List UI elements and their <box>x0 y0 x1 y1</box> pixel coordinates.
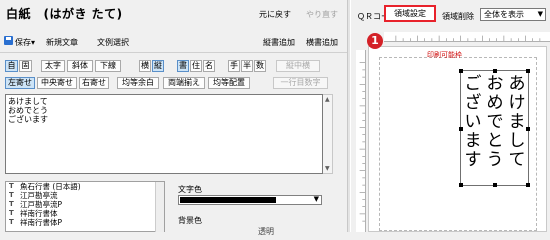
resize-handle[interactable] <box>459 69 463 73</box>
toolbar-divider <box>0 52 347 53</box>
scroll-up-icon[interactable]: ▲ <box>325 96 330 103</box>
save-icon <box>4 36 13 45</box>
justify-button[interactable]: 両端揃え <box>163 77 205 89</box>
preview-panel: ＱＲコード 領域設定 領域削除 全体を表示 ▼ 1 印刷可能枠 あけまして おめ… <box>351 0 550 232</box>
font-list-item[interactable]: 祥南行書体P <box>6 218 164 227</box>
font-list-item[interactable]: 江戸勘亭流P <box>6 200 164 209</box>
resize-handle[interactable] <box>493 183 497 187</box>
region-set-button[interactable]: 領域設定 <box>384 5 436 22</box>
color-swatch <box>180 197 276 203</box>
page-title: 白紙 (はがき たて) <box>6 7 123 21</box>
horizontal-ruler <box>384 32 550 42</box>
print-area-label: 印刷可能枠 <box>427 51 462 59</box>
text-line: ございます <box>8 115 48 124</box>
number-button[interactable]: 数 <box>254 60 266 72</box>
display-select[interactable]: 全体を表示 ▼ <box>480 8 546 21</box>
new-text-button[interactable]: 新規文章 <box>46 37 78 48</box>
editor-panel: 白紙 (はがき たて) 元に戻す やり直す 保存▾ 新規文章 文例選択 縦書追加… <box>0 0 347 236</box>
handwrite-button[interactable]: 手 <box>228 60 240 72</box>
address-type-button[interactable]: 住 <box>190 60 202 72</box>
horizontal-button[interactable]: 横 <box>139 60 151 72</box>
vertical-ruler <box>356 50 366 232</box>
vertical-button[interactable]: 縦 <box>152 60 164 72</box>
resize-handle[interactable] <box>493 69 497 73</box>
resize-handle[interactable] <box>526 183 530 187</box>
italic-button[interactable]: 斜体 <box>67 60 93 72</box>
font-list[interactable]: 魚石行書 (日本語) 江戸勘亭流 江戸勘亭流P 祥南行書体 祥南行書体P <box>5 181 165 232</box>
text-color-select[interactable]: ▼ <box>178 195 322 205</box>
first-line-number-button[interactable]: 一行目数字 <box>273 77 328 89</box>
scroll-down-icon[interactable]: ▼ <box>325 165 330 172</box>
distribute-button[interactable]: 均等配置 <box>208 77 250 89</box>
font-list-item[interactable]: 祥南行書体 <box>6 209 164 218</box>
preview-column: ございます <box>464 74 482 170</box>
text-type-button[interactable]: 書 <box>177 60 189 72</box>
halfwidth-button[interactable]: 半 <box>241 60 253 72</box>
transparent-label: 透明 <box>258 227 274 236</box>
resize-handle[interactable] <box>459 183 463 187</box>
preview-column: おめでとう <box>486 74 504 170</box>
text-color-label: 文字色 <box>178 185 202 194</box>
chevron-down-icon: ▼ <box>313 195 319 203</box>
text-line: おめでとう <box>8 106 48 115</box>
preview-column: あけまして <box>508 74 526 170</box>
chevron-down-icon: ▼ <box>537 10 543 18</box>
tate-chu-yoko-button[interactable]: 縦中横 <box>276 60 320 72</box>
redo-button[interactable]: やり直す <box>306 9 338 20</box>
vertical-text-frame[interactable]: あけまして おめでとう ございます <box>459 69 530 187</box>
bold-button[interactable]: 太字 <box>41 60 65 72</box>
fixed-button[interactable]: 固 <box>19 60 32 72</box>
align-left-button[interactable]: 左寄せ <box>5 77 35 89</box>
align-right-button[interactable]: 右寄せ <box>79 77 109 89</box>
message-textarea[interactable]: あけまして おめでとう ございます <box>5 94 323 174</box>
font-list-item[interactable]: 江戸勘亭流 <box>6 191 164 200</box>
region-delete-button[interactable]: 領域削除 <box>442 11 474 22</box>
textarea-scrollbar[interactable]: ▲ ▼ <box>323 94 333 174</box>
background-color-label: 背景色 <box>178 216 202 225</box>
save-button[interactable]: 保存▾ <box>15 37 35 48</box>
equal-margin-button[interactable]: 均等余白 <box>117 77 159 89</box>
align-center-button[interactable]: 中央寄せ <box>37 77 77 89</box>
name-type-button[interactable]: 名 <box>203 60 215 72</box>
underline-button[interactable]: 下線 <box>95 60 121 72</box>
text-line: あけまして <box>8 97 48 106</box>
save-label: 保存 <box>15 38 31 47</box>
undo-button[interactable]: 元に戻す <box>259 9 291 20</box>
step-badge: 1 <box>367 33 383 49</box>
select-text-button[interactable]: 文例選択 <box>97 37 129 48</box>
add-vertical-button[interactable]: 縦書追加 <box>263 37 295 48</box>
resize-handle[interactable] <box>526 69 530 73</box>
add-horizontal-button[interactable]: 横書追加 <box>306 37 338 48</box>
font-list-item[interactable]: 魚石行書 (日本語) <box>6 182 164 191</box>
display-select-value: 全体を表示 <box>484 10 524 19</box>
auto-button[interactable]: 自 <box>5 60 18 72</box>
font-list-scrollbar[interactable] <box>155 182 164 232</box>
